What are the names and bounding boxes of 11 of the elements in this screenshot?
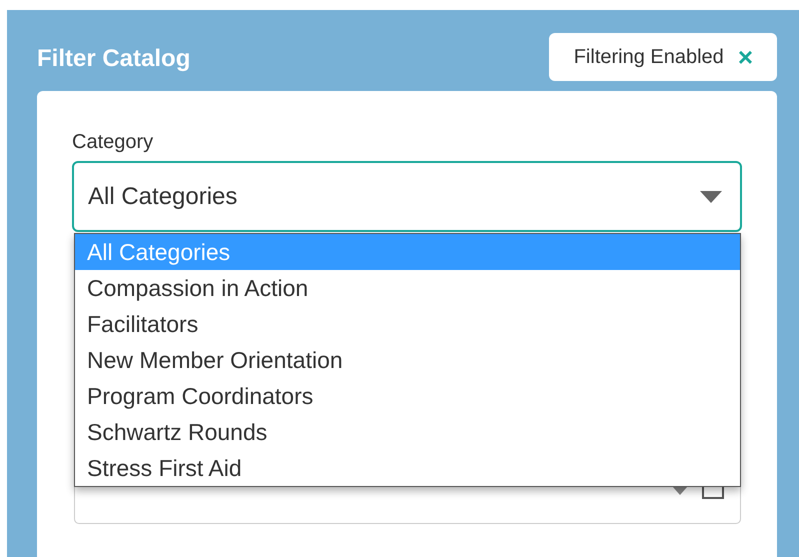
field-label: Category [72, 131, 154, 154]
dropdown-option[interactable]: Facilitators [75, 306, 740, 342]
dropdown-option[interactable]: New Member Orientation [75, 342, 740, 378]
dropdown-option[interactable]: Program Coordinators [75, 378, 740, 414]
dropdown-option[interactable]: Compassion in Action [75, 270, 740, 306]
caret-icon [700, 190, 722, 202]
panel-title: Filter Catalog [37, 45, 190, 73]
chip-label: Filtering Enabled [574, 46, 724, 68]
dropdown-option[interactable]: Stress First Aid [75, 450, 740, 486]
dropdown-option[interactable]: Schwartz Rounds [75, 414, 740, 450]
category-select[interactable]: All Categories [72, 161, 742, 232]
